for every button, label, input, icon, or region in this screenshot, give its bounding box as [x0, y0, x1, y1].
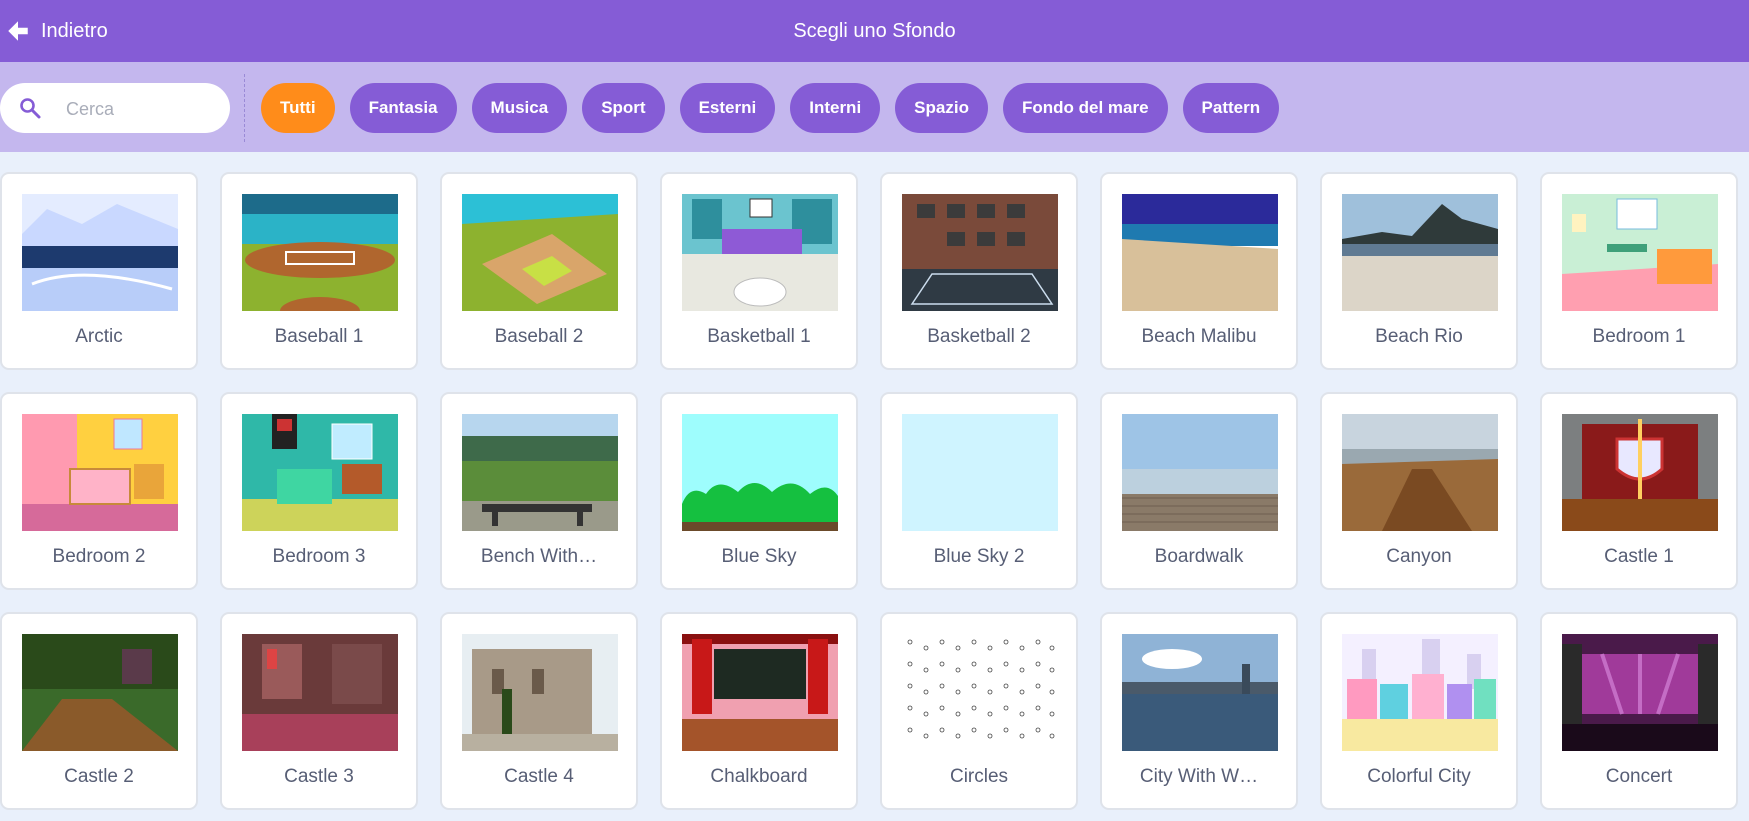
backdrop-card-city-with-w[interactable]: City With W…: [1100, 612, 1298, 810]
backdrop-thumbnail: [682, 634, 838, 751]
tag-pattern[interactable]: Pattern: [1182, 83, 1280, 133]
backdrop-thumbnail: [1342, 194, 1498, 311]
backdrop-card-canyon[interactable]: Canyon: [1320, 392, 1518, 590]
backdrop-thumbnail: [902, 414, 1058, 531]
tag-interni[interactable]: Interni: [790, 83, 881, 133]
tag-esterni[interactable]: Esterni: [679, 83, 776, 133]
tag-fondo-del-mare[interactable]: Fondo del mare: [1002, 83, 1168, 133]
backdrop-label: Arctic: [75, 326, 123, 347]
backdrop-label: Blue Sky 2: [933, 546, 1025, 567]
backdrop-thumbnail: [1562, 634, 1718, 751]
backdrop-card-basketball-1[interactable]: Basketball 1: [660, 172, 858, 370]
backdrop-label: Concert: [1605, 766, 1673, 787]
backdrop-card-circles[interactable]: Circles: [880, 612, 1078, 810]
backdrop-thumbnail: [22, 414, 178, 531]
backdrop-label: Castle 1: [1604, 546, 1674, 567]
backdrop-thumbnail: [1562, 414, 1718, 531]
backdrop-card-beach-rio[interactable]: Beach Rio: [1320, 172, 1518, 370]
back-label: Indietro: [41, 19, 108, 42]
backdrop-thumbnail: [902, 194, 1058, 311]
backdrop-thumbnail: [22, 194, 178, 311]
backdrop-label: Castle 2: [64, 766, 134, 787]
backdrop-thumbnail: [242, 194, 398, 311]
backdrop-card-baseball-1[interactable]: Baseball 1: [220, 172, 418, 370]
backdrop-card-arctic[interactable]: Arctic: [0, 172, 198, 370]
backdrop-card-bedroom-3[interactable]: Bedroom 3: [220, 392, 418, 590]
backdrop-thumbnail: [682, 414, 838, 531]
backdrop-card-colorful-city[interactable]: Colorful City: [1320, 612, 1518, 810]
backdrop-thumbnail: [682, 194, 838, 311]
page-title: Scegli uno Sfondo: [793, 20, 956, 42]
tag-sport[interactable]: Sport: [582, 83, 665, 133]
backdrop-thumbnail: [242, 634, 398, 751]
backdrop-label: Bedroom 2: [52, 546, 146, 567]
backdrop-label: Basketball 2: [927, 326, 1031, 347]
search-box[interactable]: [0, 83, 230, 135]
backdrop-card-castle-2[interactable]: Castle 2: [0, 612, 198, 810]
search-input[interactable]: [64, 83, 218, 135]
tag-spazio[interactable]: Spazio: [895, 83, 988, 133]
backdrop-label: Canyon: [1386, 546, 1452, 567]
backdrop-label: Bedroom 1: [1592, 326, 1686, 347]
tag-fantasia[interactable]: Fantasia: [349, 83, 457, 133]
toolbar-divider: [244, 74, 245, 142]
backdrop-label: Boardwalk: [1154, 546, 1244, 567]
backdrop-card-blue-sky[interactable]: Blue Sky: [660, 392, 858, 590]
backdrop-label: Basketball 1: [707, 326, 811, 347]
tag-list: Tutti Fantasia Musica Sport Esterni Interni Sp…: [261, 83, 1280, 133]
backdrop-card-castle-4[interactable]: Castle 4: [440, 612, 638, 810]
backdrop-thumbnail: [462, 194, 618, 311]
backdrop-label: Castle 3: [284, 766, 354, 787]
backdrop-label: Circles: [949, 766, 1009, 787]
tag-tutti[interactable]: Tutti: [261, 83, 335, 133]
backdrop-thumbnail: [1342, 634, 1498, 751]
backdrop-thumbnail: [1342, 414, 1498, 531]
backdrop-card-bedroom-2[interactable]: Bedroom 2: [0, 392, 198, 590]
backdrop-label: Colorful City: [1367, 766, 1471, 787]
backdrop-thumbnail: [902, 634, 1058, 751]
backdrop-label: City With W…: [1139, 766, 1259, 787]
backdrop-card-castle-3[interactable]: Castle 3: [220, 612, 418, 810]
backdrop-card-chalkboard[interactable]: Chalkboard: [660, 612, 858, 810]
backdrop-label: Blue Sky: [721, 546, 797, 567]
backdrop-label: Beach Malibu: [1141, 326, 1257, 347]
tag-musica[interactable]: Musica: [471, 83, 568, 133]
search-icon: [20, 98, 41, 119]
back-arrow-icon: [8, 21, 28, 41]
back-button[interactable]: Indietro: [0, 0, 108, 62]
backdrop-label: Baseball 1: [274, 326, 364, 347]
backdrop-label: Bench With…: [480, 546, 598, 567]
backdrop-thumbnail: [1562, 194, 1718, 311]
header: Indietro Scegli uno Sfondo: [0, 0, 1749, 62]
backdrop-label: Beach Rio: [1375, 326, 1463, 347]
backdrop-thumbnail: [1122, 634, 1278, 751]
backdrop-thumbnail: [22, 634, 178, 751]
backdrop-thumbnail: [1122, 414, 1278, 531]
backdrop-thumbnail: [1122, 194, 1278, 311]
backdrop-card-baseball-2[interactable]: Baseball 2: [440, 172, 638, 370]
backdrop-label: Bedroom 3: [272, 546, 366, 567]
backdrop-thumbnail: [462, 634, 618, 751]
backdrop-card-concert[interactable]: Concert: [1540, 612, 1738, 810]
backdrop-thumbnail: [462, 414, 618, 531]
backdrop-label: Chalkboard: [710, 766, 808, 787]
backdrop-card-boardwalk[interactable]: Boardwalk: [1100, 392, 1298, 590]
backdrop-grid: Arctic Baseball 1 Baseball 2 Basketball 1 Ba…: [0, 172, 1749, 810]
backdrop-card-blue-sky-2[interactable]: Blue Sky 2: [880, 392, 1078, 590]
backdrop-label: Castle 4: [504, 766, 574, 787]
backdrop-card-bedroom-1[interactable]: Bedroom 1: [1540, 172, 1738, 370]
backdrop-card-basketball-2[interactable]: Basketball 2: [880, 172, 1078, 370]
backdrop-card-beach-malibu[interactable]: Beach Malibu: [1100, 172, 1298, 370]
backdrop-card-bench-with[interactable]: Bench With…: [440, 392, 638, 590]
backdrop-card-castle-1[interactable]: Castle 1: [1540, 392, 1738, 590]
backdrop-label: Baseball 2: [494, 326, 584, 347]
backdrop-thumbnail: [242, 414, 398, 531]
